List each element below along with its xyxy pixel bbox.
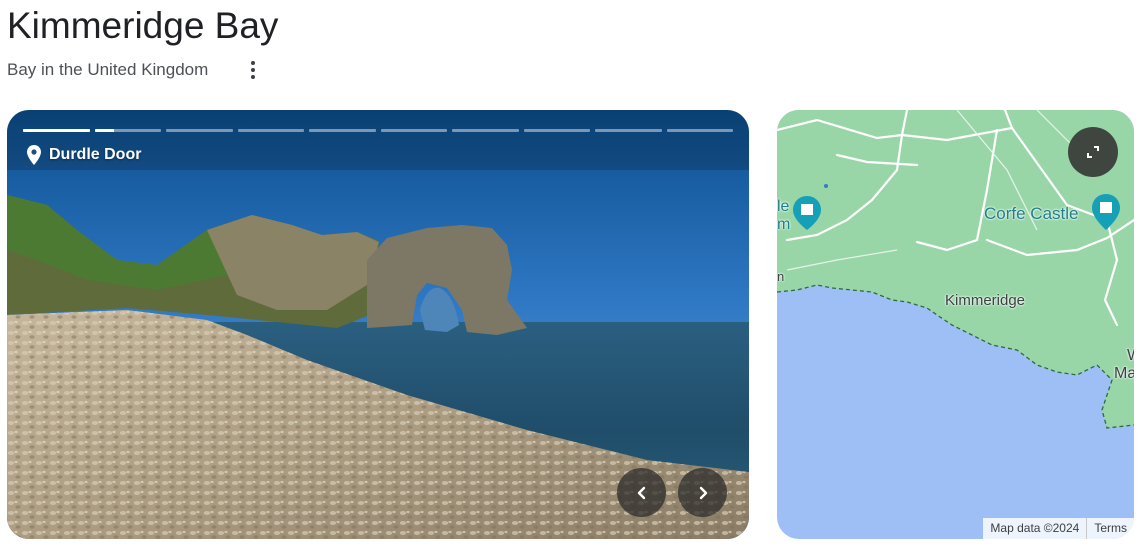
- photo-progress-bar: [23, 129, 733, 132]
- more-vert-icon-dot: [251, 68, 255, 72]
- photo-carousel[interactable]: Durdle Door: [7, 110, 749, 539]
- photo-location-label: Durdle Door: [49, 146, 142, 163]
- map-label-edge: W: [1127, 347, 1134, 365]
- chevron-right-icon: [699, 486, 707, 499]
- photo-progress-segment: [523, 129, 590, 132]
- photo-progress-segment: [380, 129, 447, 132]
- photo-progress-segment: [309, 129, 376, 132]
- page-subtitle: Bay in the United Kingdom: [7, 60, 209, 79]
- map-attribution-bar: Map data ©2024 Terms: [983, 518, 1134, 539]
- map-label-kimmeridge[interactable]: Kimmeridge: [945, 292, 1025, 309]
- map-label-corfe-castle[interactable]: Corfe Castle: [984, 204, 1078, 224]
- photo-location[interactable]: Durdle Door: [27, 145, 141, 165]
- photo-progress-segment: [237, 129, 304, 132]
- more-options-button[interactable]: [240, 57, 266, 83]
- more-vert-icon-dot: [251, 61, 255, 65]
- expand-map-button[interactable]: [1068, 127, 1118, 177]
- photo-progress-segment: [23, 129, 90, 132]
- photo-progress-fill: [23, 129, 90, 132]
- photo-progress-fill: [94, 129, 115, 132]
- previous-photo-button[interactable]: [617, 468, 666, 517]
- map-canvas: [777, 110, 1134, 539]
- photo-progress-segment: [666, 129, 733, 132]
- photo-progress-segment: [452, 129, 519, 132]
- map-label-edge: Ma: [1114, 365, 1134, 382]
- map-label-edge: n: [777, 269, 785, 284]
- location-pin-icon: [27, 145, 41, 165]
- page-title: Kimmeridge Bay: [7, 5, 279, 46]
- next-photo-button[interactable]: [678, 468, 727, 517]
- map-attribution: Map data ©2024: [990, 521, 1080, 535]
- more-vert-icon-dot: [251, 75, 255, 79]
- fullscreen-icon: [1087, 146, 1099, 158]
- map-label-edge: m: [777, 216, 791, 233]
- photo-progress-segment: [595, 129, 662, 132]
- map-preview[interactable]: Corfe Castle Kimmeridge le m n W Ma Map …: [777, 110, 1134, 539]
- chevron-left-icon: [637, 486, 645, 499]
- map-label-edge: le: [777, 198, 790, 215]
- map-terms-link[interactable]: Terms: [1086, 518, 1134, 539]
- photo-progress-segment: [94, 129, 161, 132]
- photo-progress-segment: [166, 129, 233, 132]
